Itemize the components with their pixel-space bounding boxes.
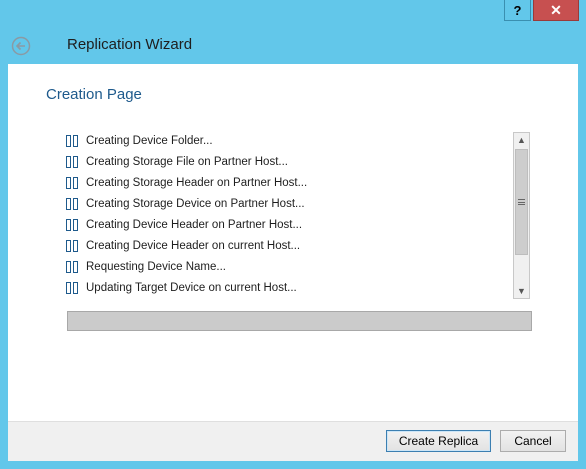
step-label: Updating Target Device on current Host..…: [86, 282, 297, 294]
step-status-icon: [66, 219, 78, 231]
progress-bar: [67, 311, 532, 331]
page-title: Creation Page: [46, 86, 142, 103]
step-label: Creating Storage Device on Partner Host.…: [86, 198, 305, 210]
step-status-icon: [66, 282, 78, 294]
list-item: Creating Device Header on current Host..…: [66, 236, 300, 256]
step-label: Creating Storage File on Partner Host...: [86, 156, 288, 168]
step-label: Creating Device Folder...: [86, 135, 213, 147]
list-item: Creating Device Header on Partner Host..…: [66, 215, 302, 235]
list-item: Creating Storage File on Partner Host...: [66, 152, 288, 172]
step-status-icon: [66, 177, 78, 189]
list-item: Creating Storage Device on Partner Host.…: [66, 194, 305, 214]
step-status-icon: [66, 156, 78, 168]
step-label: Creating Device Header on current Host..…: [86, 240, 301, 252]
scroll-thumb[interactable]: [515, 149, 528, 255]
help-button[interactable]: ?: [504, 0, 531, 21]
step-status-icon: [66, 135, 78, 147]
scroll-down-icon[interactable]: ▼: [514, 284, 529, 298]
close-button[interactable]: ✕: [533, 0, 579, 21]
replication-wizard-window: ? ✕ Replication Wizard Creation Page Cre…: [0, 0, 586, 469]
step-status-icon: [66, 261, 78, 273]
steps-scrollbar[interactable]: ▲ ▼: [513, 132, 530, 299]
list-item: Creating Device Folder...: [66, 131, 213, 151]
step-label: Requesting Device Name...: [86, 261, 226, 273]
grip-icon: [518, 199, 525, 205]
list-item: Updating Target Device on current Host..…: [66, 278, 297, 298]
back-arrow-icon[interactable]: [11, 36, 31, 56]
step-status-icon: [66, 198, 78, 210]
cancel-button[interactable]: Cancel: [500, 430, 566, 452]
content-panel: Creation Page Creating Device Folder... C…: [8, 64, 578, 421]
scroll-up-icon[interactable]: ▲: [514, 133, 529, 147]
list-item: Requesting Device Name...: [66, 257, 226, 277]
create-replica-button[interactable]: Create Replica: [386, 430, 491, 452]
step-label: Creating Device Header on Partner Host..…: [86, 219, 303, 231]
wizard-title: Replication Wizard: [67, 36, 193, 53]
button-bar: Create Replica Cancel: [8, 421, 578, 461]
list-item: Creating Storage Header on Partner Host.…: [66, 173, 307, 193]
steps-list[interactable]: Creating Device Folder... Creating Storag…: [66, 131, 531, 301]
step-label: Creating Storage Header on Partner Host.…: [86, 177, 308, 189]
step-status-icon: [66, 240, 78, 252]
